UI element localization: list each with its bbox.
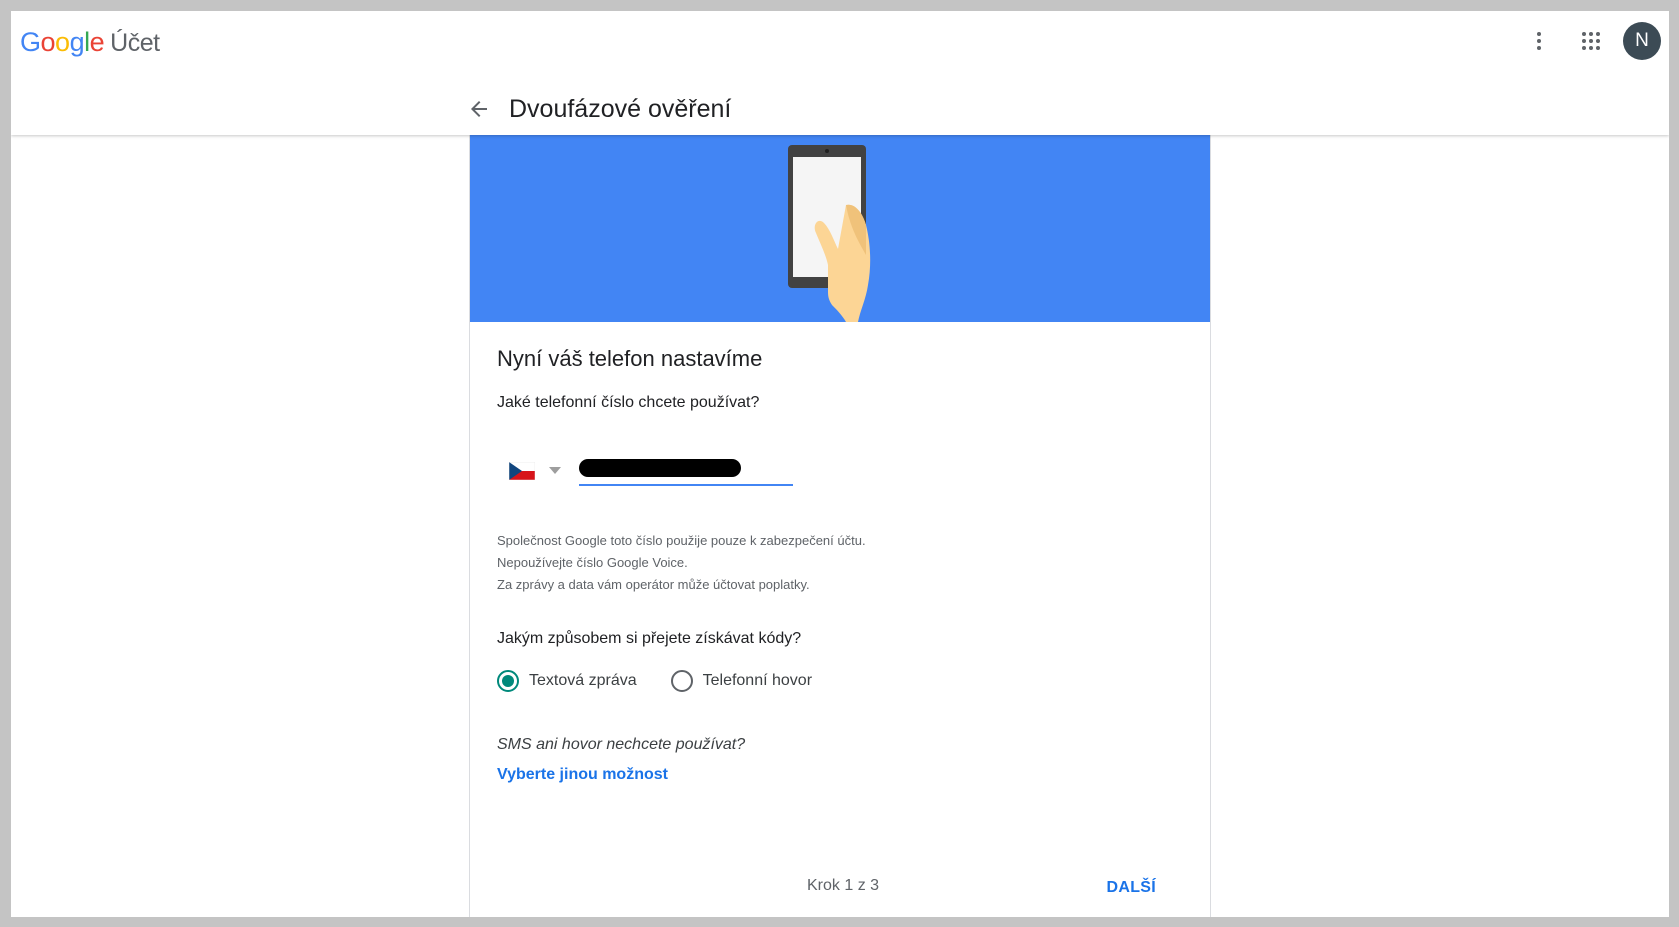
radio-label: Telefonní hovor xyxy=(702,672,813,689)
apps-grid-icon xyxy=(1582,32,1600,50)
code-method-options: Textová zpráva Telefonní hovor xyxy=(497,670,1183,692)
phone-number-field[interactable] xyxy=(579,452,793,486)
setup-title: Nyní váš telefon nastavíme xyxy=(497,346,763,371)
logo-letter: o xyxy=(40,27,56,57)
hero-banner xyxy=(470,135,1210,322)
avatar-initial: N xyxy=(1635,30,1649,51)
note-line: Společnost Google toto číslo použije pou… xyxy=(497,533,866,548)
radio-option-phone-call[interactable]: Telefonní hovor xyxy=(670,670,813,692)
google-wordmark: Google xyxy=(20,27,105,58)
setup-card: Nyní váš telefon nastavíme Jaké telefonn… xyxy=(469,135,1211,917)
note-line: Za zprávy a data vám operátor může účtov… xyxy=(497,577,810,592)
step-indicator: Krok 1 z 3 xyxy=(807,877,880,894)
app-header: Google Účet N Dvoufázové ověření xyxy=(11,11,1669,135)
next-button[interactable]: DALŠÍ xyxy=(1099,873,1165,903)
phone-notes: Společnost Google toto číslo použije pou… xyxy=(497,530,1183,596)
logo-letter: g xyxy=(69,27,85,57)
card-footer: Krok 1 z 3 DALŠÍ xyxy=(470,873,1210,903)
logo-letter: o xyxy=(55,27,70,57)
more-vert-icon xyxy=(1537,32,1541,50)
back-button[interactable] xyxy=(463,93,495,125)
country-selector[interactable] xyxy=(509,456,561,486)
arrow-back-icon xyxy=(471,101,487,117)
radio-unchecked-icon[interactable] xyxy=(670,670,693,692)
radio-label: Textová zpráva xyxy=(529,672,637,689)
note-line: Nepoužívejte číslo Google Voice. xyxy=(497,555,688,570)
dropdown-arrow-icon xyxy=(549,467,561,474)
more-options-button[interactable] xyxy=(1517,19,1561,63)
page-heading: Dvoufázové ověření xyxy=(463,93,731,125)
product-name: Účet xyxy=(110,29,160,57)
codes-question: Jakým způsobem si přejete získávat kódy? xyxy=(497,630,802,647)
logo-letter: G xyxy=(20,27,41,57)
browser-viewport: Google Účet N Dvoufázové ověření Nyní vá… xyxy=(11,11,1669,917)
alternative-question: SMS ani hovor nechcete používat? xyxy=(497,736,746,753)
phone-in-hand-illustration xyxy=(788,145,871,322)
google-apps-button[interactable] xyxy=(1569,19,1613,63)
radio-option-text-message[interactable]: Textová zpráva xyxy=(497,670,637,692)
czech-flag-icon xyxy=(509,462,535,480)
header-actions: N xyxy=(1509,19,1663,63)
google-account-logo[interactable]: Google Účet xyxy=(20,27,160,58)
page-title: Dvoufázové ověření xyxy=(509,94,732,123)
choose-other-option-link[interactable]: Vyberte jinou možnost xyxy=(497,766,668,784)
setup-content: Nyní váš telefon nastavíme Jaké telefonn… xyxy=(470,322,1210,784)
account-avatar[interactable]: N xyxy=(1623,22,1661,60)
phone-question: Jaké telefonní číslo chcete používat? xyxy=(497,394,760,411)
phone-number-input[interactable] xyxy=(579,452,793,484)
phone-number-row xyxy=(497,446,1183,486)
logo-letter: e xyxy=(89,27,105,57)
radio-checked-icon[interactable] xyxy=(497,670,519,692)
